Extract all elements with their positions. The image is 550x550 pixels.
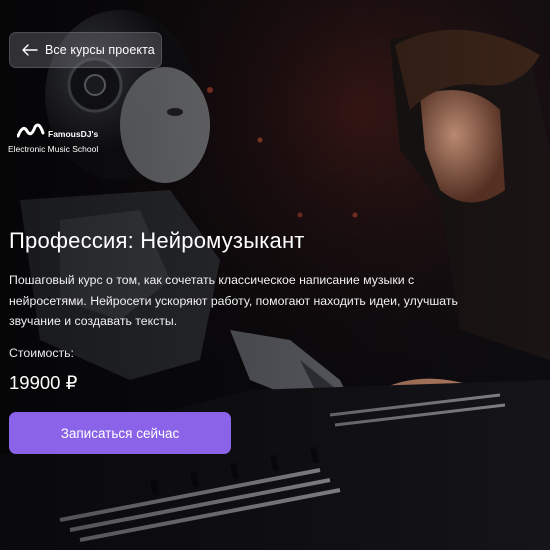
course-description: Пошаговый курс о том, как сочетать класс…	[9, 273, 458, 328]
arrow-left-icon	[22, 44, 38, 56]
back-button-label: Все курсы проекта	[45, 43, 155, 57]
course-hero: Все курсы проекта FamousDJ's Electronic …	[0, 0, 550, 550]
course-price: 19900 ₽	[9, 372, 78, 393]
course-title: Профессия: Нейромузыкант	[9, 228, 305, 253]
price-label: Стоимость:	[9, 346, 74, 360]
logo-brand: FamousDJ's	[48, 129, 99, 139]
enroll-button[interactable]: Записаться сейчас	[9, 412, 231, 454]
school-logo: FamousDJ's Electronic Music School	[8, 123, 128, 157]
back-to-courses-button[interactable]: Все курсы проекта	[9, 32, 162, 68]
logo-tagline: Electronic Music School	[8, 144, 99, 154]
waveform-logo-icon	[17, 123, 45, 138]
